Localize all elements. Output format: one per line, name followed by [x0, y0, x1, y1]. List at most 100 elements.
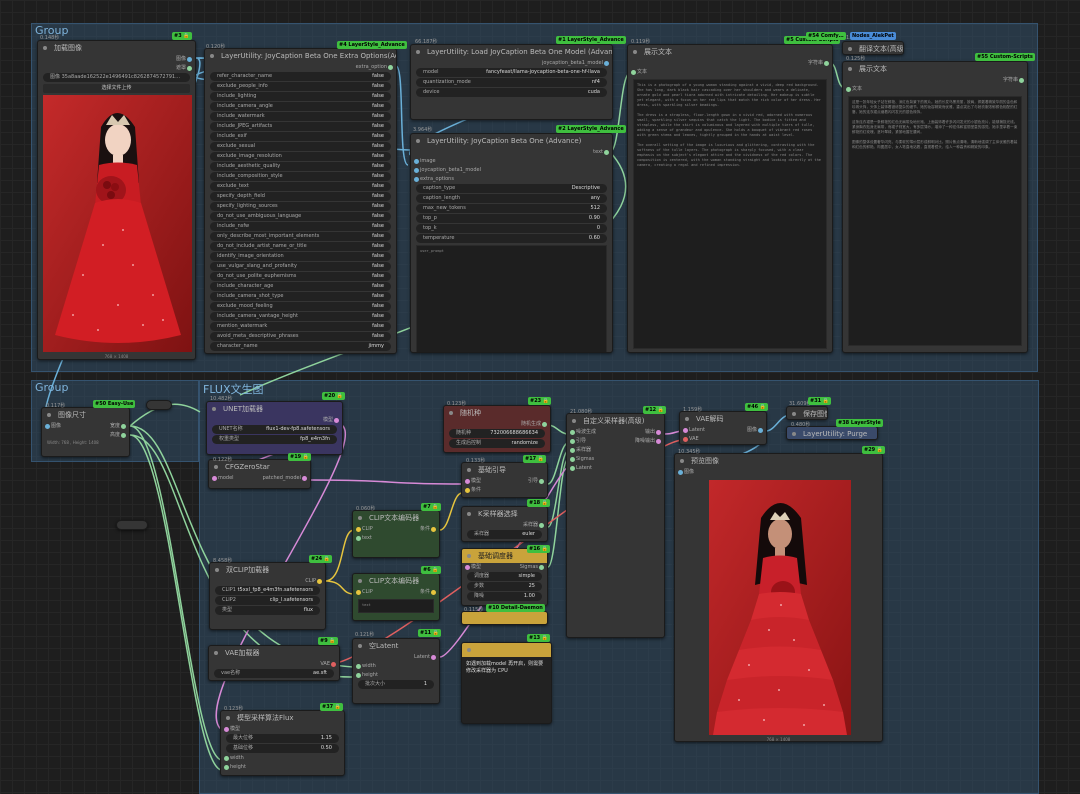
option-toggle[interactable]: specify_depth_field false: [210, 192, 391, 201]
load-joycaption-model-node[interactable]: LayerUtility: Load JoyCaption Beta One M…: [410, 44, 613, 120]
translated-text-area[interactable]: 这是一张年轻女子站在鲜艳、深红色背景下的照片。她的长发乌黑亮丽，披肩，佩戴着精致…: [848, 96, 1022, 346]
option-toggle[interactable]: include_camera_shot_type false: [210, 292, 391, 301]
slot-dot[interactable]: [212, 476, 217, 481]
output-clip[interactable]: CLIP: [210, 577, 325, 586]
basic-scheduler-node[interactable]: 基础调度器 模型 Sigmas 调度器 simple 步数 25 降噪 1.00: [461, 548, 548, 606]
output-string[interactable]: 字符串: [628, 59, 832, 68]
shift-widget[interactable]: 最大位移 1.15: [226, 734, 339, 743]
slot-dot[interactable]: [224, 756, 229, 761]
dual-clip-loader-node[interactable]: 双CLIP加载器 CLIP CLIP1 t5xxl_fp8_e4m3fn.safe…: [209, 562, 326, 630]
model-setting-select[interactable]: device cuda: [416, 88, 607, 97]
option-toggle[interactable]: mention_watermark false: [210, 322, 391, 331]
slot-dot[interactable]: [465, 488, 470, 493]
reroute-node[interactable]: [146, 400, 172, 410]
slot-dot[interactable]: [631, 70, 636, 75]
slot-dot[interactable]: [331, 662, 336, 667]
slot-dot[interactable]: [824, 61, 829, 66]
input-slot[interactable]: 噪波生成: [567, 428, 664, 437]
purge-node[interactable]: LayerUtility: Purge: [786, 426, 878, 440]
input-text[interactable]: text: [353, 534, 439, 543]
option-toggle[interactable]: exclude_sexual false: [210, 142, 391, 151]
output-latent[interactable]: Latent: [353, 653, 439, 662]
vae-setting-select[interactable]: vae名称 ae.sft: [214, 669, 334, 678]
input-image[interactable]: 图像: [675, 468, 882, 477]
slot-dot[interactable]: [224, 765, 229, 770]
caption-setting-widget[interactable]: caption_length any: [416, 194, 607, 203]
option-toggle[interactable]: include_nsfw false: [210, 222, 391, 231]
user-prompt-field[interactable]: user_prompt: [416, 245, 607, 352]
input-text[interactable]: 文本: [843, 85, 1027, 94]
slot-dot[interactable]: [414, 177, 419, 182]
workflow-canvas[interactable]: Group Group FLUX文生图 0.148秒 #3 🔒 加载图像 图像 …: [0, 0, 1080, 794]
output-text[interactable]: text: [411, 148, 612, 157]
slot-dot[interactable]: [604, 150, 609, 155]
input-width[interactable]: width: [221, 754, 344, 763]
slot-dot[interactable]: [121, 433, 126, 438]
shift-widget[interactable]: 基础位移 0.50: [226, 744, 339, 753]
note-node[interactable]: 如遇到加载model 再开启，则需要修改采样器为 CPU: [461, 642, 552, 724]
input-latent[interactable]: Latent 图像: [680, 426, 766, 435]
input-slot[interactable]: Sigmas: [567, 455, 664, 464]
slot-dot[interactable]: [224, 727, 229, 732]
image-size-node[interactable]: 图像尺寸 图像 宽度 高度 Width: 768 , Height: 1408: [41, 407, 130, 457]
option-toggle[interactable]: exclude_text false: [210, 182, 391, 191]
clip-text-encode-node[interactable]: CLIP文本编码器 CLIP 条件 text: [352, 510, 440, 558]
empty-latent-node[interactable]: 空Latent Latent width height 批次大小 1: [352, 638, 440, 704]
output-string[interactable]: 字符串: [843, 76, 1027, 85]
vae-loader-node[interactable]: VAE加载器 VAE vae名称 ae.sft: [208, 645, 340, 681]
slot-dot[interactable]: [431, 655, 436, 660]
option-toggle[interactable]: include_lighting false: [210, 92, 391, 101]
option-toggle[interactable]: exclude_mood_feeling false: [210, 302, 391, 311]
show-text-node[interactable]: 展示文本 字符串 文本 This is a photograph of a yo…: [627, 44, 833, 353]
model-sampling-flux-node[interactable]: 模型采样算法Flux 模型 最大位移 1.15 基础位移 0.50 width hei…: [220, 710, 345, 776]
slot-dot[interactable]: [542, 422, 547, 427]
slot-dot[interactable]: [1019, 78, 1024, 83]
option-toggle[interactable]: do_not_use_ambiguous_language false: [210, 212, 391, 221]
slot-dot[interactable]: [604, 61, 609, 66]
slot-dot[interactable]: [758, 428, 763, 433]
text-field[interactable]: text: [358, 599, 434, 613]
input-vae[interactable]: VAE: [680, 435, 766, 444]
option-toggle[interactable]: include_aesthetic_quality false: [210, 162, 391, 171]
option-toggle[interactable]: exclude_people_info false: [210, 82, 391, 91]
slot-dot[interactable]: [683, 437, 688, 442]
option-toggle[interactable]: include_character_age false: [210, 282, 391, 291]
translate-node[interactable]: 翻译文本(高级): [842, 41, 904, 55]
slot-dot[interactable]: [570, 439, 575, 444]
option-toggle[interactable]: include_camera_vantage_height false: [210, 312, 391, 321]
slot-dot[interactable]: [388, 65, 393, 70]
preview-image-node[interactable]: 预览图像 图像 768 × 1408: [674, 453, 883, 742]
slot-dot[interactable]: [570, 466, 575, 471]
extra-options-node[interactable]: LayerUtility: JoyCaption Beta One Extra …: [204, 48, 397, 354]
slot-dot[interactable]: [302, 476, 307, 481]
input-model[interactable]: 模型: [221, 725, 344, 734]
show-text-2-node[interactable]: 展示文本 字符串 文本 这是一张年轻女子站在鲜艳、深红色背景下的照片。她的长发乌…: [842, 61, 1028, 353]
slot-dot[interactable]: [539, 523, 544, 528]
scheduler-widget[interactable]: 步数 25: [467, 582, 542, 591]
slot-dot[interactable]: [465, 565, 470, 570]
option-toggle[interactable]: only_describe_most_important_elements fal…: [210, 232, 391, 241]
option-toggle[interactable]: include_JPEG_artifacts false: [210, 122, 391, 131]
joycaption-node[interactable]: LayerUtility: JoyCaption Beta One (Advan…: [410, 133, 613, 353]
clip-setting-select[interactable]: 类型 flux: [215, 606, 320, 615]
output-vae[interactable]: VAE: [209, 660, 339, 669]
option-toggle[interactable]: include_exif false: [210, 132, 391, 141]
model-setting-select[interactable]: quantization_mode nf4: [416, 78, 607, 87]
option-toggle[interactable]: avoid_meta_descriptive_phrases false: [210, 332, 391, 341]
slot-dot[interactable]: [356, 590, 361, 595]
slot-dot[interactable]: [121, 424, 126, 429]
option-toggle[interactable]: character_name jimmy: [210, 342, 391, 351]
input-conditioning[interactable]: 条件: [462, 486, 547, 495]
slot-dot[interactable]: [539, 565, 544, 570]
input-model[interactable]: model patched_model: [209, 474, 310, 483]
seed-widget[interactable]: 生成后控制 randomize: [449, 439, 545, 448]
option-toggle[interactable]: exclude_image_resolution false: [210, 152, 391, 161]
random-seed-node[interactable]: 随机种 随机生成 随机种 732006688686634 生成后控制 randomiz…: [443, 405, 551, 453]
slot-dot[interactable]: [431, 527, 436, 532]
option-toggle[interactable]: include_watermark false: [210, 112, 391, 121]
input-slot[interactable]: 引导: [567, 437, 664, 446]
unet-setting-select[interactable]: 权重类型 fp8_e4m3fn: [212, 435, 337, 444]
input-width[interactable]: width: [353, 662, 439, 671]
slot-dot[interactable]: [678, 470, 683, 475]
caption-setting-widget[interactable]: temperature 0.60: [416, 234, 607, 243]
